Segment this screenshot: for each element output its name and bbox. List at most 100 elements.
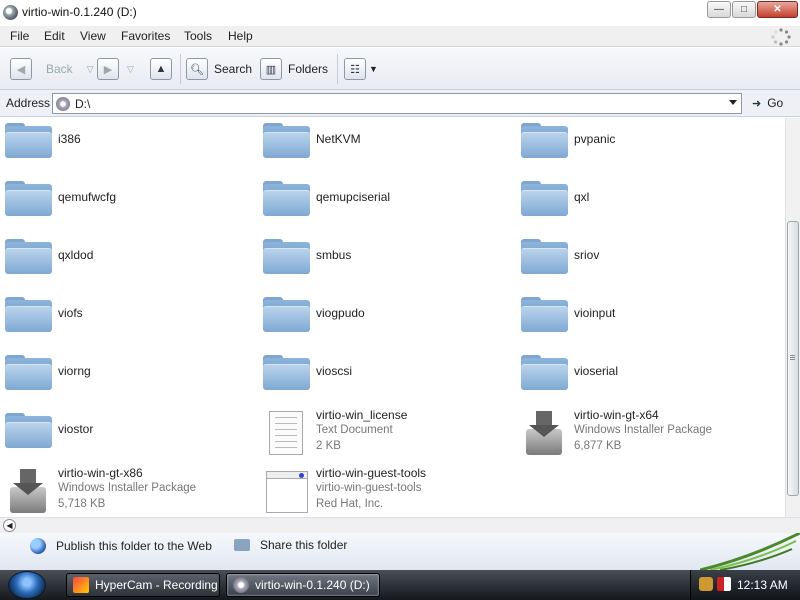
folder-item[interactable]: vioserial — [516, 350, 766, 400]
globe-icon — [30, 538, 46, 554]
item-name: vioscsi — [316, 364, 353, 378]
item-name: qemufwcfg — [58, 190, 117, 204]
folder-icon — [521, 355, 568, 390]
go-button[interactable]: ➜ Go — [752, 96, 783, 110]
menu-favorites[interactable]: Favorites — [121, 29, 170, 43]
views-button[interactable]: ☷ ▼ — [344, 58, 378, 80]
application-icon — [266, 471, 308, 513]
folders-button[interactable]: ▥ Folders — [260, 58, 328, 80]
tray-icon[interactable] — [699, 577, 713, 591]
folder-icon — [521, 239, 568, 274]
folder-item[interactable]: viofs — [0, 292, 250, 342]
folder-item[interactable]: qxldod — [0, 234, 250, 284]
folder-icon — [5, 355, 52, 390]
forward-dropdown-icon[interactable]: ▽ — [127, 64, 134, 75]
scrollbar-grip — [790, 355, 795, 356]
search-button[interactable]: 🔍︎ Search — [186, 58, 252, 80]
share-task[interactable]: Share this folder — [234, 538, 347, 552]
item-size: 6,877 KB — [574, 440, 622, 452]
address-bar: Address D:\ ➜ Go — [0, 90, 800, 117]
folder-item[interactable]: i386 — [0, 118, 250, 168]
item-name: virtio-win-gt-x86 — [58, 466, 143, 480]
item-size: 2 KB — [316, 440, 341, 452]
views-icon: ☷ — [344, 58, 366, 80]
forward-button[interactable]: ▶ ▽ — [97, 58, 134, 80]
folder-icon — [521, 123, 568, 158]
collapse-arrow-icon[interactable]: ◀ — [3, 519, 16, 532]
start-button[interactable] — [8, 571, 46, 599]
folder-item[interactable]: viorng — [0, 350, 250, 400]
system-tray: 12:13 AM — [690, 570, 800, 600]
security-shield-icon[interactable] — [717, 577, 731, 591]
forward-arrow-icon: ▶ — [97, 58, 119, 80]
installer-package-icon — [8, 469, 48, 513]
menu-help[interactable]: Help — [228, 29, 253, 43]
item-name: qemupciserial — [316, 190, 391, 204]
folder-item[interactable]: pvpanic — [516, 118, 766, 168]
item-size: 5,718 KB — [58, 498, 106, 510]
maximize-button[interactable]: □ — [732, 1, 756, 18]
scrollbar-thumb[interactable] — [787, 221, 799, 496]
folder-item[interactable]: vioscsi — [258, 350, 508, 400]
folder-item[interactable]: vioinput — [516, 292, 766, 342]
drive-icon — [3, 5, 18, 20]
taskbar-hypercam[interactable]: HyperCam - Recording — [66, 573, 220, 597]
views-dropdown-icon: ▼ — [369, 64, 378, 74]
folders-label: Folders — [288, 62, 329, 76]
up-button[interactable]: ▲ — [150, 58, 172, 80]
folder-item[interactable]: sriov — [516, 234, 766, 284]
item-name: vioserial — [574, 364, 619, 378]
folder-item[interactable]: qemupciserial — [258, 176, 508, 226]
toolbar: ◀ Back ▽ ▶ ▽ ▲ 🔍︎ Search ▥ Folders ☷ ▼ — [0, 48, 800, 90]
drive-icon — [56, 97, 70, 111]
menu-edit[interactable]: Edit — [44, 29, 65, 43]
item-type: Windows Installer Package — [574, 424, 713, 436]
hypercam-icon — [73, 577, 89, 593]
folder-icon — [5, 297, 52, 332]
item-name: NetKVM — [316, 132, 361, 146]
folder-item[interactable]: viostor — [0, 408, 250, 458]
file-item[interactable]: virtio-win-guest-tools virtio-win-guest-t… — [258, 466, 508, 516]
item-size: Red Hat, Inc. — [316, 498, 384, 510]
back-dropdown-icon[interactable]: ▽ — [87, 64, 94, 75]
file-item[interactable]: virtio-win-gt-x64 Windows Installer Packa… — [516, 408, 766, 458]
folder-item[interactable]: qxl — [516, 176, 766, 226]
item-name: viostor — [58, 422, 94, 436]
menu-view[interactable]: View — [80, 29, 106, 43]
folder-item[interactable]: qemufwcfg — [0, 176, 250, 226]
minimize-button[interactable]: — — [707, 1, 731, 18]
task-pane: Publish this folder to the Web Share thi… — [0, 533, 800, 570]
menu-tools[interactable]: Tools — [184, 29, 212, 43]
file-list: i386 NetKVM pvpanic qemufwcfg qemupciserial q… — [0, 118, 785, 517]
clock: 12:13 AM — [737, 578, 788, 592]
folder-icon — [521, 181, 568, 216]
item-name: smbus — [316, 248, 352, 262]
folder-icon — [263, 297, 310, 332]
drive-icon — [233, 577, 249, 593]
search-label: Search — [214, 62, 253, 76]
folder-item[interactable]: NetKVM — [258, 118, 508, 168]
item-name: qxl — [574, 190, 590, 204]
back-button[interactable]: ◀ Back ▽ — [10, 58, 94, 80]
address-input[interactable]: D:\ — [52, 93, 742, 114]
item-name: viorng — [58, 364, 91, 378]
folder-icon — [5, 123, 52, 158]
taskbar-explorer[interactable]: virtio-win-0.1.240 (D:) — [226, 573, 380, 597]
address-dropdown-icon[interactable] — [729, 100, 737, 105]
address-label: Address — [6, 96, 51, 110]
menu-file[interactable]: File — [10, 29, 29, 43]
vertical-scrollbar[interactable] — [785, 118, 800, 517]
close-button[interactable]: ✕ — [757, 1, 798, 18]
item-name: pvpanic — [574, 132, 616, 146]
item-name: viogpudo — [316, 306, 365, 320]
item-name: viofs — [58, 306, 83, 320]
file-item[interactable]: virtio-win_license Text Document 2 KB — [258, 408, 508, 458]
title-bar: virtio-win-0.1.240 (D:) — □ ✕ — [0, 0, 800, 26]
folder-item[interactable]: smbus — [258, 234, 508, 284]
window-controls: — □ ✕ — [706, 1, 798, 18]
back-label: Back — [46, 62, 73, 76]
folder-icon — [5, 181, 52, 216]
file-item[interactable]: virtio-win-gt-x86 Windows Installer Packa… — [0, 466, 250, 516]
folder-item[interactable]: viogpudo — [258, 292, 508, 342]
publish-task[interactable]: Publish this folder to the Web — [30, 538, 212, 554]
